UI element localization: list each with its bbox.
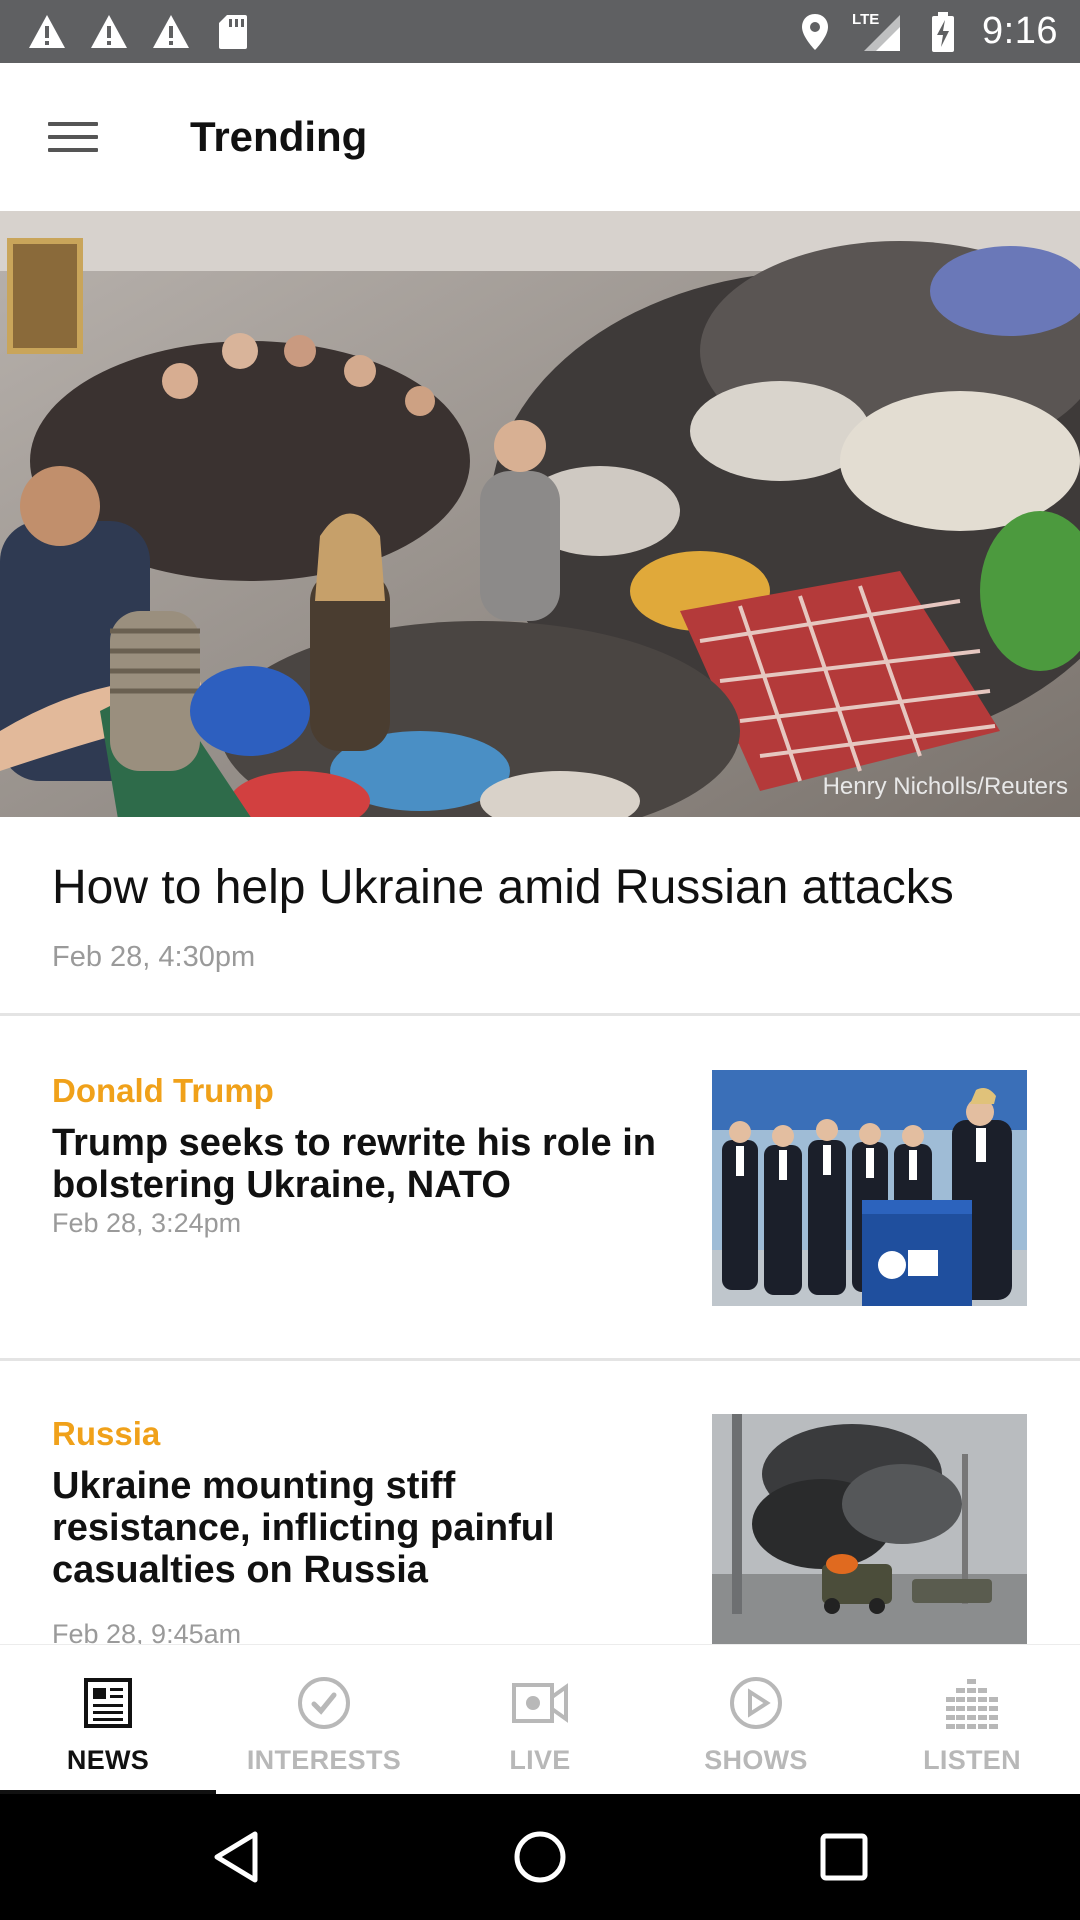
donation-warehouse-photo <box>0 211 1080 817</box>
story-card[interactable]: Donald Trump Trump seeks to rewrite his … <box>0 1016 1080 1356</box>
warning-icon <box>26 11 68 53</box>
photo-credit: Henry Nicholls/Reuters <box>822 773 1068 800</box>
tab-shows[interactable]: SHOWS <box>648 1645 864 1795</box>
burning-vehicle-photo <box>712 1414 1027 1644</box>
tab-label: NEWS <box>66 1745 150 1775</box>
story-date: Feb 28, 9:45am <box>52 1619 242 1644</box>
tab-interests[interactable]: INTERESTS <box>216 1645 432 1795</box>
tab-news[interactable]: NEWS <box>0 1645 216 1795</box>
story-thumbnail[interactable] <box>712 1414 1027 1644</box>
story-title[interactable]: Trump seeks to rewrite his role in bolst… <box>52 1122 662 1206</box>
tab-live[interactable]: LIVE <box>432 1645 648 1795</box>
newspaper-icon <box>78 1673 138 1733</box>
video-camera-icon <box>510 1673 570 1733</box>
news-feed[interactable]: Henry Nicholls/Reuters How to help Ukrai… <box>0 211 1080 1644</box>
back-icon[interactable] <box>206 1827 266 1887</box>
status-bar: LTE 9:16 <box>0 0 1080 63</box>
bottom-navigation: NEWS INTERESTS LIVE SHOWS LISTEN <box>0 1644 1080 1795</box>
warning-icon <box>150 11 192 53</box>
battery-charging-icon <box>922 11 964 53</box>
system-navigation-bar <box>0 1794 1080 1920</box>
status-system: LTE 9:16 <box>794 10 1058 53</box>
page-title: Trending <box>190 113 368 160</box>
story-title[interactable]: Ukraine mounting stiff resistance, infli… <box>52 1465 662 1591</box>
tab-label: LIVE <box>509 1745 571 1775</box>
equalizer-icon <box>942 1673 1002 1733</box>
warning-icon <box>88 11 130 53</box>
nato-leaders-photo <box>712 1070 1027 1306</box>
location-icon <box>794 11 836 53</box>
hamburger-menu-icon[interactable] <box>38 107 108 167</box>
hero-image[interactable]: Henry Nicholls/Reuters <box>0 211 1080 817</box>
recents-icon[interactable] <box>814 1827 874 1887</box>
story-date: Feb 28, 3:24pm <box>52 1208 242 1238</box>
sd-card-icon <box>212 11 254 53</box>
story-card[interactable]: Russia Ukraine mounting stiff resistance… <box>0 1361 1080 1644</box>
network-type-label: LTE <box>852 10 880 28</box>
story-thumbnail[interactable] <box>712 1070 1027 1306</box>
signal-icon: LTE <box>852 10 904 53</box>
check-circle-icon <box>294 1673 354 1733</box>
hero-headline[interactable]: How to help Ukraine amid Russian attacks <box>52 859 1042 917</box>
hero-date: Feb 28, 4:30pm <box>52 941 256 973</box>
story-category[interactable]: Russia <box>52 1415 160 1453</box>
tab-label: INTERESTS <box>246 1745 402 1775</box>
tab-listen[interactable]: LISTEN <box>864 1645 1080 1795</box>
play-circle-icon <box>726 1673 786 1733</box>
tab-label: SHOWS <box>704 1745 808 1775</box>
tab-label: LISTEN <box>923 1745 1021 1775</box>
story-category[interactable]: Donald Trump <box>52 1072 274 1110</box>
home-icon[interactable] <box>510 1827 570 1887</box>
status-notifications <box>26 11 254 53</box>
app-bar: Trending <box>0 63 1080 211</box>
status-time: 9:16 <box>982 10 1058 52</box>
